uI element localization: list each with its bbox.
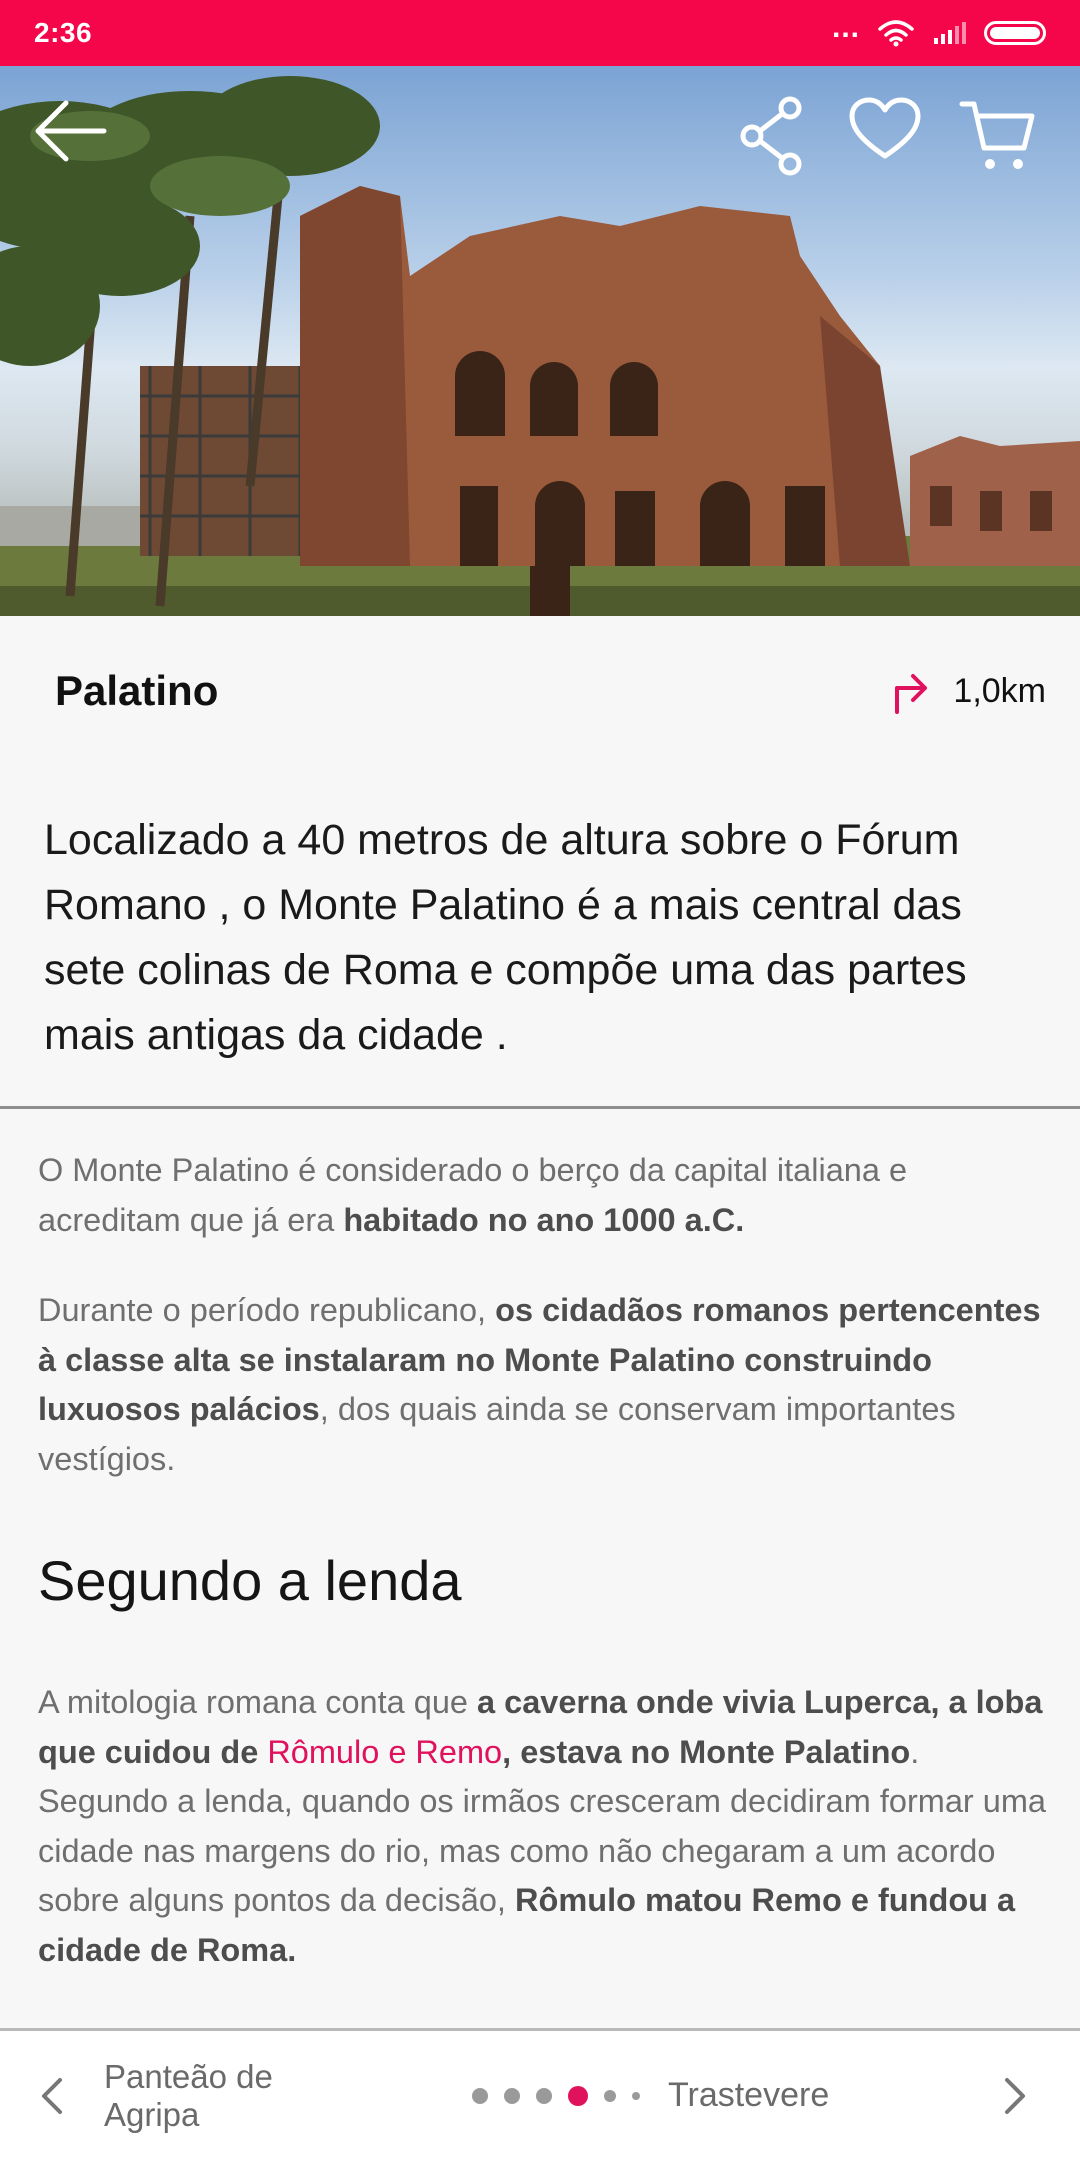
cart-icon [959,101,1035,169]
chevron-right-icon [1005,2077,1025,2114]
place-title: Palatino [55,667,219,714]
back-button[interactable] [30,96,120,186]
page-dot [632,2091,640,2100]
share-icon [740,96,802,176]
wifi-icon [878,20,914,47]
status-bar: 2:36 ... [0,0,1080,66]
page-indicator [472,2031,640,2160]
page-dot [536,2087,552,2104]
paragraph-intro: O Monte Palatino é considerado o berço d… [38,1146,1048,1245]
page-dot-active [568,2085,588,2106]
heart-icon [849,97,921,159]
chevron-left-icon [42,2077,62,2114]
page-dot [504,2087,520,2104]
distance-value: 1,0km [953,671,1046,710]
section-heading: Segundo a lenda [38,1549,462,1612]
next-place-button[interactable] [985,2031,1045,2160]
battery-icon [984,21,1046,45]
paragraph-republic: Durante o período republicano, os cidadã… [38,1286,1048,1484]
notification-dots: ... [831,11,860,44]
paragraph-bold-text: habitado no ano 1000 a.C. [343,1201,745,1238]
arrow-left-icon [35,100,107,162]
lead-paragraph: Localizado a 40 metros de altura sobre o… [44,816,967,1059]
paragraph-legend: A mitologia romana conta que a caverna o… [38,1678,1048,1975]
favorite-button[interactable] [848,96,938,186]
place-header: Palatino 1,0km [0,616,1080,766]
next-place-label[interactable]: Trastevere [668,2031,829,2160]
romulus-remus-link[interactable]: Rômulo e Remo [267,1734,502,1770]
turn-right-arrow-icon [895,674,928,714]
bottom-navigation: Panteão de Agripa Trastevere [0,2028,1080,2160]
status-icons: ... [832,13,1046,47]
cart-button[interactable] [958,96,1048,186]
share-button[interactable] [738,96,828,186]
divider [0,1106,1080,1109]
paragraph-bold-text: , estava no Monte Palatino [502,1733,911,1770]
page-dot [472,2087,488,2104]
previous-place-label: Panteão de Agripa [104,2057,273,2133]
page-dot [604,2089,616,2102]
hero-image [0,66,1080,616]
paragraph-text: A mitologia romana conta que [38,1684,478,1720]
distance-indicator[interactable]: 1,0km [891,668,1046,714]
previous-place-button[interactable]: Panteão de Agripa [40,2031,324,2160]
signal-icon [934,22,966,44]
paragraph-text: Durante o período republicano, [38,1292,496,1328]
status-time: 2:36 [34,17,93,48]
